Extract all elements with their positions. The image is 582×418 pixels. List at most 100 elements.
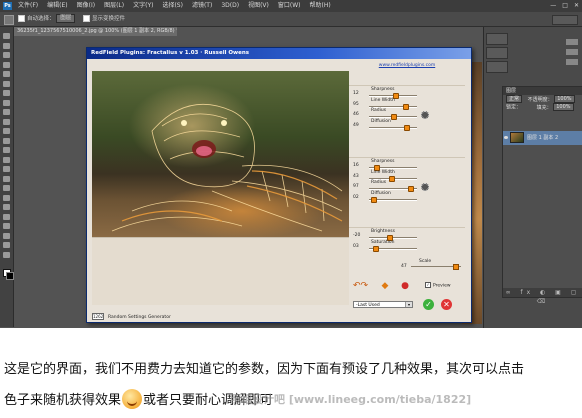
tool-icon[interactable] (3, 204, 10, 210)
auto-select-checkbox[interactable] (18, 15, 25, 22)
menu-item[interactable]: 滤镜(T) (192, 2, 212, 9)
tool-icon[interactable] (3, 137, 10, 144)
move-tool-icon[interactable] (4, 15, 14, 25)
tool-icon[interactable] (3, 156, 10, 163)
menu-item[interactable]: 窗口(W) (278, 2, 301, 9)
layers-panel-header[interactable]: 图层 (503, 87, 582, 95)
gear-icon[interactable] (421, 183, 429, 191)
properties-icon[interactable] (566, 49, 578, 55)
tool-icon[interactable] (3, 166, 10, 172)
tool-icon[interactable] (3, 71, 10, 77)
fill-field[interactable]: 100% (553, 103, 574, 111)
scale-value: 47 (401, 264, 407, 269)
slider-knob[interactable] (404, 124, 411, 131)
tool-icon[interactable] (3, 242, 10, 248)
random-settings-generator: 1262 Random Settings Generator (92, 313, 242, 320)
slider-knob[interactable] (371, 196, 378, 203)
tool-icon[interactable] (3, 194, 10, 201)
menu-item[interactable]: 文字(Y) (133, 2, 153, 9)
menu-item[interactable]: 图层(L) (104, 2, 124, 9)
gear-icon[interactable] (421, 111, 429, 119)
tool-icon[interactable] (3, 251, 10, 258)
menu-item[interactable]: 视图(V) (248, 2, 269, 9)
workspace-dropdown[interactable] (552, 15, 578, 25)
tool-icon[interactable] (3, 175, 10, 182)
slider-value: 95 (353, 101, 359, 107)
tool-icon[interactable] (3, 118, 10, 125)
tool-icon[interactable] (3, 99, 10, 106)
visibility-eye-icon[interactable] (504, 136, 508, 139)
preview-checkbox[interactable]: ✓ (425, 282, 431, 288)
tool-icon[interactable] (3, 90, 10, 96)
preview-empty-area (92, 237, 349, 305)
blend-mode-dropdown[interactable]: 正常 (506, 95, 523, 103)
panel-tab-button[interactable] (486, 61, 508, 73)
panel-tab-button[interactable] (486, 47, 508, 59)
slider-label: Line Width (371, 97, 395, 103)
tool-icon[interactable] (3, 80, 10, 87)
tool-icon[interactable] (3, 109, 10, 115)
slider-label: Line Width (371, 169, 395, 175)
tiger-fractal-illustration (111, 104, 343, 232)
menu-item[interactable]: 图像(I) (77, 2, 95, 9)
random-count-field[interactable]: 1262 (92, 313, 104, 320)
controls-panel: www.redfieldplugins.com 12 Sharpness 95 Lin… (349, 61, 467, 307)
tool-icon[interactable] (3, 128, 10, 134)
fractalius-dialog: RedField Plugins: Fractalius v 1.03 · Ru… (86, 47, 472, 323)
document-tab[interactable]: 36235f1_1237567510006_2.jpg @ 100% (图层 1… (14, 27, 177, 36)
slider-radius: 97 Radius (349, 180, 465, 192)
photoshop-logo-icon: Ps (3, 2, 12, 10)
smiley-emoji-icon (122, 389, 143, 409)
panel-icon-strip (562, 35, 582, 75)
preview-toggle[interactable]: ✓ Preview (425, 282, 451, 289)
tool-icon[interactable] (3, 61, 10, 68)
background-color-swatch[interactable] (6, 272, 14, 280)
plugin-website-link[interactable]: www.redfieldplugins.com (349, 61, 465, 71)
tool-icon[interactable] (3, 33, 10, 39)
slider-radius: 46 Radius (349, 108, 465, 120)
show-transform-checkbox[interactable] (83, 15, 91, 22)
tool-icon[interactable] (3, 52, 10, 58)
menu-item[interactable]: 3D(D) (221, 2, 239, 9)
undo-arrows-icon[interactable]: ↶↷ (353, 281, 368, 291)
menu-item[interactable]: 编辑(E) (47, 2, 67, 9)
slider-knob[interactable] (373, 245, 380, 252)
auto-select-dropdown[interactable]: 图层 (56, 14, 76, 23)
tool-icon[interactable] (3, 147, 10, 153)
menu-item[interactable]: 文件(F) (18, 2, 38, 9)
tool-icon[interactable] (3, 223, 10, 229)
cancel-button[interactable]: ✕ (441, 299, 452, 310)
panel-tab-button[interactable] (486, 33, 508, 45)
maximize-button[interactable]: □ (562, 2, 568, 9)
reset-icon[interactable]: ● (399, 281, 411, 291)
tool-icon[interactable] (3, 213, 10, 220)
tool-icon[interactable] (3, 185, 10, 191)
history-icon[interactable] (566, 39, 578, 45)
chevron-down-icon[interactable]: ▾ (405, 302, 412, 307)
slider-value: 49 (353, 122, 359, 128)
glow-group-2: 16 Sharpness 43 Line Width 97 Radius 02 Diffusi… (349, 157, 465, 203)
photoshop-window: Ps 文件(F) 编辑(E) 图像(I) 图层(L) 文字(Y) 选择(S) 滤镜(T) 3D… (0, 0, 582, 328)
action-icons: ↶↷ ◆ ● ✓ Preview (353, 281, 463, 293)
slider-label: Diffusion (371, 118, 391, 124)
tool-icon[interactable] (3, 42, 10, 49)
slider-value: 02 (353, 194, 359, 200)
close-button[interactable]: ✕ (574, 2, 579, 9)
layer-row[interactable]: 图层 1 副本 2 (503, 131, 582, 145)
menu-item[interactable]: 选择(S) (162, 2, 183, 9)
preview-image (92, 71, 349, 237)
menu-item[interactable]: 帮助(H) (310, 2, 331, 9)
tool-icon[interactable] (3, 232, 10, 239)
slider-line-width: 95 Line Width (349, 97, 465, 110)
layers-footer-icons[interactable]: ∞ fx ◐ ▣ ▢ ⌫ (503, 288, 582, 305)
preset-value: -Last Used (356, 303, 380, 308)
random-dice-icon[interactable]: ◆ (379, 281, 391, 291)
character-icon[interactable] (566, 59, 578, 65)
ok-button[interactable]: ✓ (423, 299, 434, 310)
opacity-field[interactable]: 100% (554, 95, 575, 103)
minimize-button[interactable]: — (550, 2, 556, 9)
tools-panel (0, 27, 14, 327)
slider-brightness: -20 Brightness (349, 229, 465, 241)
preset-dropdown[interactable]: -Last Used ▾ (353, 301, 413, 308)
scale-knob[interactable] (453, 264, 459, 270)
